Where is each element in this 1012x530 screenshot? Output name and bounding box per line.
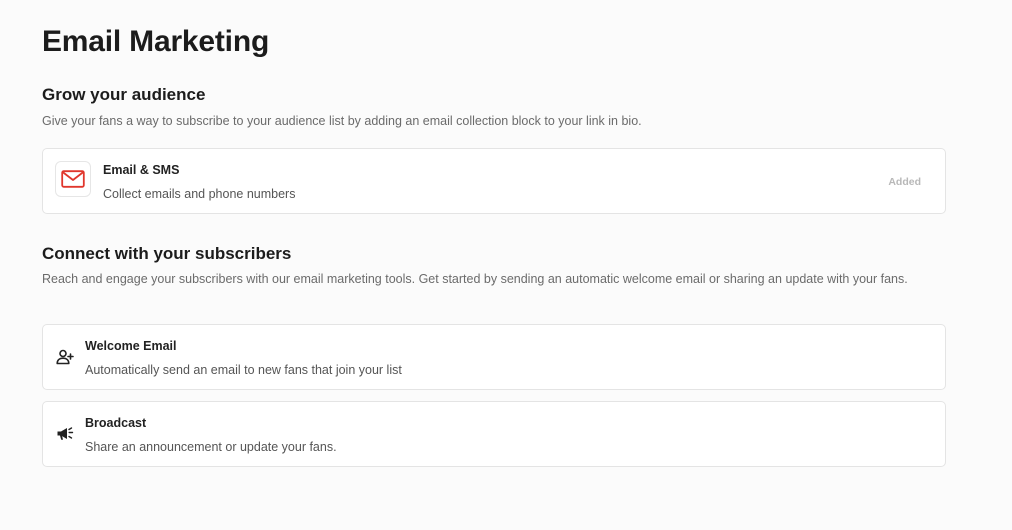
welcome-email-title: Welcome Email (85, 339, 177, 353)
connect-subscribers-heading: Connect with your subscribers (42, 244, 292, 263)
connect-subscribers-description: Reach and engage your subscribers with o… (42, 272, 908, 286)
page-title: Email Marketing (42, 25, 270, 58)
email-marketing-page: Email Marketing Grow your audience Give … (0, 0, 1012, 530)
megaphone-icon (55, 424, 75, 444)
broadcast-subtitle: Share an announcement or update your fan… (85, 440, 337, 454)
mail-icon (55, 161, 91, 197)
email-sms-subtitle: Collect emails and phone numbers (103, 187, 296, 201)
welcome-email-subtitle: Automatically send an email to new fans … (85, 363, 402, 377)
added-status-label: Added (888, 176, 921, 188)
grow-audience-heading: Grow your audience (42, 85, 206, 104)
broadcast-title: Broadcast (85, 416, 147, 430)
email-sms-title: Email & SMS (103, 163, 180, 177)
broadcast-card[interactable]: Broadcast Share an announcement or updat… (42, 401, 946, 467)
email-sms-card[interactable]: Email & SMS Collect emails and phone num… (42, 148, 946, 214)
grow-audience-description: Give your fans a way to subscribe to you… (42, 114, 642, 128)
add-user-icon (55, 347, 75, 367)
welcome-email-card[interactable]: Welcome Email Automatically send an emai… (42, 324, 946, 390)
